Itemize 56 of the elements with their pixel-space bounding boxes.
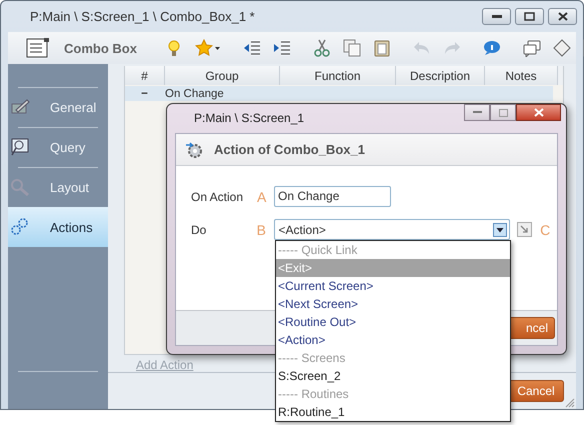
field-label: On Action xyxy=(191,190,244,204)
dropdown-option: ----- Screens xyxy=(276,349,510,367)
combo-field[interactable]: <Action> xyxy=(274,219,510,240)
paste-icon[interactable] xyxy=(372,39,391,57)
column-header[interactable]: Function xyxy=(280,66,396,85)
sidebar-item[interactable]: Actions xyxy=(8,207,108,247)
dialog-title: P:Main \ S:Screen_1 xyxy=(194,110,306,124)
marker-letter: B xyxy=(256,222,267,238)
dropdown-option: ----- Quick Link xyxy=(276,241,510,259)
group-name: On Change xyxy=(165,88,224,100)
toolbar-title: Combo Box xyxy=(64,40,137,56)
dropdown-option[interactable]: R:Routine_1 xyxy=(276,403,510,421)
dialog-header: Action of Combo_Box_1 xyxy=(214,142,365,157)
column-header[interactable]: Description xyxy=(396,66,485,85)
resize-grip-icon[interactable] xyxy=(565,398,575,408)
marker-letter: C xyxy=(540,222,552,238)
column-header[interactable]: Group xyxy=(165,66,280,85)
export-icon[interactable] xyxy=(517,222,532,237)
info-icon[interactable] xyxy=(482,40,501,56)
scrollbar[interactable] xyxy=(558,66,563,85)
star-icon[interactable] xyxy=(194,39,221,57)
dropdown-option[interactable]: S:Screen_2 xyxy=(276,367,510,385)
marker-letter: A xyxy=(257,188,268,204)
query-icon xyxy=(10,138,30,156)
close-icon xyxy=(558,12,568,21)
copy-icon[interactable] xyxy=(342,39,361,57)
dropdown-option: ----- Routines xyxy=(276,385,510,403)
minimize-button[interactable] xyxy=(482,8,511,25)
group-row[interactable]: − On Change xyxy=(125,86,553,101)
cancel-button[interactable]: Cancel xyxy=(508,380,564,402)
pencil-icon xyxy=(10,98,30,116)
comments-icon[interactable] xyxy=(522,40,541,56)
minimize-icon xyxy=(492,14,502,18)
gear-icon xyxy=(184,140,204,160)
maximize-icon xyxy=(524,12,535,21)
close-button[interactable] xyxy=(516,104,561,121)
field-label: Do xyxy=(191,222,208,236)
collapse-toggle[interactable]: − xyxy=(125,88,164,100)
outdent-icon[interactable] xyxy=(242,40,261,56)
close-button[interactable] xyxy=(548,8,577,25)
maximize-button[interactable] xyxy=(515,8,544,25)
close-icon xyxy=(534,108,544,117)
window-title: P:Main \ S:Screen_1 \ Combo_Box_1 * xyxy=(30,9,256,24)
gears-icon xyxy=(10,218,30,236)
maximize-icon xyxy=(498,108,508,116)
dropdown-icon xyxy=(493,222,508,236)
indent-icon[interactable] xyxy=(272,40,291,56)
dropdown-option[interactable]: <Next Screen> xyxy=(276,295,510,313)
cut-icon[interactable] xyxy=(312,39,331,57)
dropdown-option[interactable]: <Current Screen> xyxy=(276,277,510,295)
column-header[interactable]: # xyxy=(125,66,165,85)
minimize-icon xyxy=(472,111,482,114)
combo-box-icon xyxy=(26,38,50,58)
input-field[interactable]: On Change xyxy=(274,186,391,207)
diamond-icon[interactable] xyxy=(552,39,571,57)
magnifier-icon xyxy=(10,178,30,196)
